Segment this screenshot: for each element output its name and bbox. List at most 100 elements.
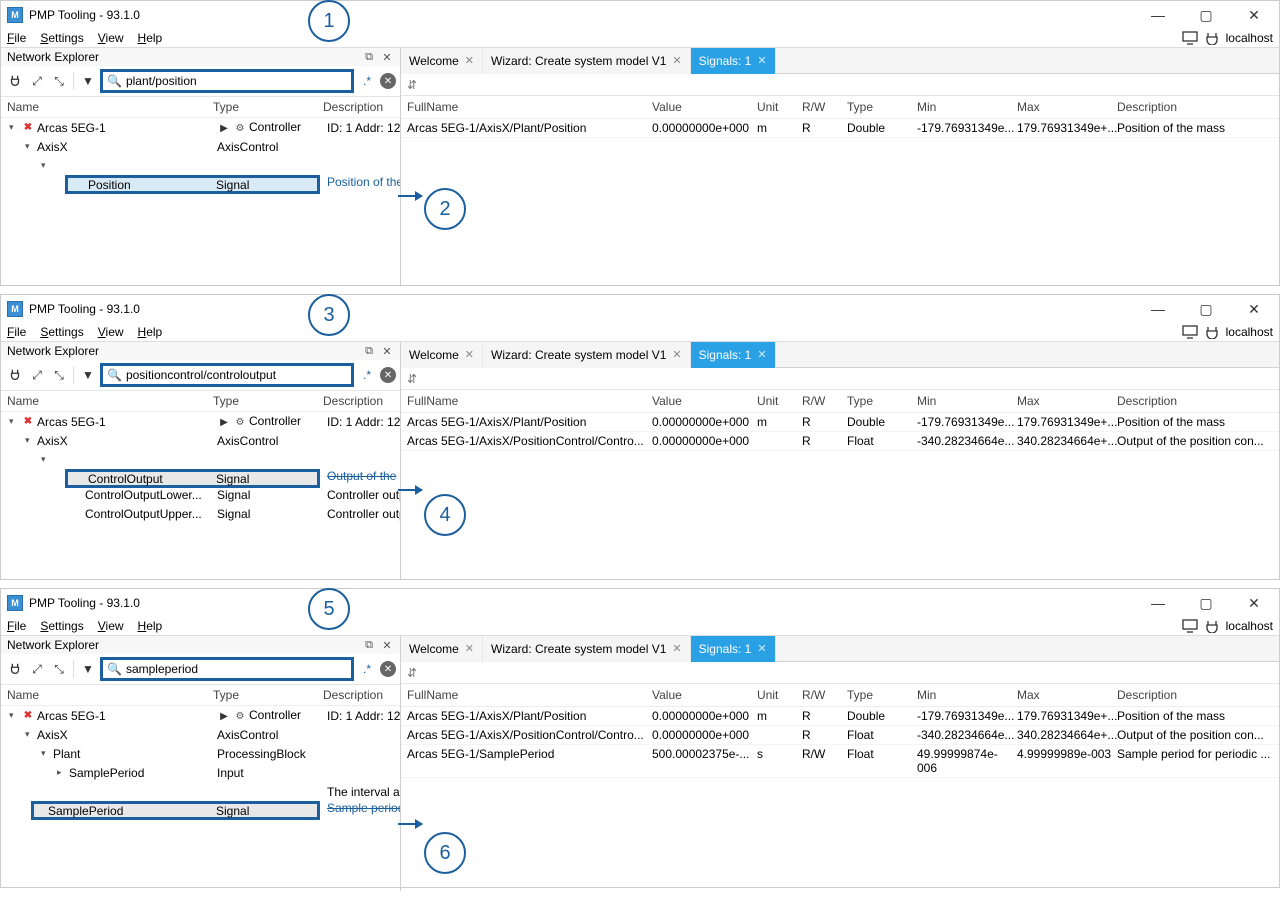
popout-icon[interactable]: ⧉ xyxy=(362,344,376,358)
close-icon[interactable]: ✕ xyxy=(757,348,766,361)
collapse-icon[interactable]: ⤡ xyxy=(49,365,69,385)
tree-node-controller[interactable]: ▾ ✖ Arcas 5EG-1 ▶⚙Controller ID: 1 Addr:… xyxy=(1,118,400,137)
close-pane-icon[interactable]: ✕ xyxy=(380,344,394,358)
signal-row[interactable]: Arcas 5EG-1/AxisX/Plant/Position0.000000… xyxy=(401,707,1279,726)
tab-welcome[interactable]: Welcome✕ xyxy=(401,48,483,74)
sort-icon[interactable]: ⇵ xyxy=(407,666,417,680)
signal-row[interactable]: Arcas 5EG-1/AxisX/Plant/Position0.000000… xyxy=(401,413,1279,432)
maximize-button[interactable]: ▢ xyxy=(1187,592,1225,614)
maximize-button[interactable]: ▢ xyxy=(1187,4,1225,26)
close-icon[interactable]: ✕ xyxy=(757,54,766,67)
clear-search-icon[interactable]: ✕ xyxy=(380,661,396,677)
search-icon: 🔍 xyxy=(107,74,122,88)
tree-node-axis[interactable]: ▾AxisXAxisControl xyxy=(1,725,400,744)
minimize-button[interactable]: — xyxy=(1139,298,1177,320)
app-logo-icon: M xyxy=(7,595,23,611)
tree-node[interactable]: ControlOutputUpper...SignalController ou… xyxy=(1,504,400,523)
signal-row[interactable]: Arcas 5EG-1/SamplePeriod500.00002375e-..… xyxy=(401,745,1279,778)
col-type: Type xyxy=(213,100,323,114)
signal-row[interactable]: Arcas 5EG-1/AxisX/Plant/Position0.000000… xyxy=(401,119,1279,138)
close-pane-icon[interactable]: ✕ xyxy=(380,50,394,64)
menu-help[interactable]: Help xyxy=(138,31,163,45)
tab-wizard[interactable]: Wizard: Create system model V1✕ xyxy=(483,48,691,74)
plug-icon xyxy=(1204,31,1220,45)
col-desc: Description xyxy=(323,100,394,114)
filter-regex-icon[interactable]: .* xyxy=(357,71,377,91)
search-input[interactable] xyxy=(126,74,347,88)
menu-settings[interactable]: Settings xyxy=(40,619,83,633)
menu-file[interactable]: File xyxy=(7,31,26,45)
close-button[interactable]: ✕ xyxy=(1235,4,1273,26)
filter-regex-icon[interactable]: .* xyxy=(357,659,377,679)
minimize-button[interactable]: — xyxy=(1139,4,1177,26)
signal-row[interactable]: Arcas 5EG-1/AxisX/PositionControl/Contro… xyxy=(401,726,1279,745)
close-icon[interactable]: ✕ xyxy=(672,348,681,361)
collapse-icon[interactable]: ⤡ xyxy=(49,659,69,679)
close-icon[interactable]: ✕ xyxy=(672,642,681,655)
app-logo-icon: M xyxy=(7,301,23,317)
tab-welcome[interactable]: Welcome✕ xyxy=(401,636,483,662)
menu-view[interactable]: View xyxy=(98,619,124,633)
filter-icon[interactable]: ▼ xyxy=(78,365,98,385)
plug-icon[interactable] xyxy=(5,659,25,679)
expand-icon[interactable]: ⤢ xyxy=(27,365,47,385)
tab-signals[interactable]: Signals: 1✕ xyxy=(691,342,776,368)
filter-regex-icon[interactable]: .* xyxy=(357,365,377,385)
sort-icon[interactable]: ⇵ xyxy=(407,78,417,92)
status-error-icon: ✖ xyxy=(21,415,35,429)
close-icon[interactable]: ✕ xyxy=(672,54,681,67)
tree-node-axis[interactable]: ▾AxisXAxisControl xyxy=(1,431,400,450)
close-button[interactable]: ✕ xyxy=(1235,592,1273,614)
host-label: localhost xyxy=(1226,31,1273,45)
tree-node-controller[interactable]: ▾✖Arcas 5EG-1▶⚙ControllerID: 1 Addr: 127 xyxy=(1,706,400,725)
menu-help[interactable]: Help xyxy=(138,325,163,339)
tree-node-axis[interactable]: ▾ AxisX AxisControl xyxy=(1,137,400,156)
signal-row[interactable]: Arcas 5EG-1/AxisX/PositionControl/Contro… xyxy=(401,432,1279,451)
menu-settings[interactable]: Settings xyxy=(40,31,83,45)
play-icon: ▶ xyxy=(217,709,231,723)
clear-search-icon[interactable]: ✕ xyxy=(380,367,396,383)
sort-icon[interactable]: ⇵ xyxy=(407,372,417,386)
search-input[interactable] xyxy=(126,368,347,382)
tree-node-plant[interactable]: ▾PlantProcessingBlock xyxy=(1,744,400,763)
expand-icon[interactable]: ⤢ xyxy=(27,71,47,91)
gear-icon: ⚙ xyxy=(233,709,247,723)
search-input[interactable] xyxy=(126,662,347,676)
menu-file[interactable]: File xyxy=(7,325,26,339)
menu-help[interactable]: Help xyxy=(138,619,163,633)
close-pane-icon[interactable]: ✕ xyxy=(380,638,394,652)
filter-icon[interactable]: ▼ xyxy=(78,71,98,91)
menu-view[interactable]: View xyxy=(98,31,124,45)
tree-node[interactable]: ControlOutputLower...SignalController ou… xyxy=(1,485,400,504)
tab-wizard[interactable]: Wizard: Create system model V1✕ xyxy=(483,636,691,662)
close-icon[interactable]: ✕ xyxy=(757,642,766,655)
tree-node-sampleperiod-input[interactable]: ▸SamplePeriodInput xyxy=(1,763,400,782)
close-button[interactable]: ✕ xyxy=(1235,298,1273,320)
tab-wizard[interactable]: Wizard: Create system model V1✕ xyxy=(483,342,691,368)
clear-search-icon[interactable]: ✕ xyxy=(380,73,396,89)
filter-icon[interactable]: ▼ xyxy=(78,659,98,679)
close-icon[interactable]: ✕ xyxy=(465,348,474,361)
close-icon[interactable]: ✕ xyxy=(465,642,474,655)
annotation-arrow xyxy=(398,823,422,825)
popout-icon[interactable]: ⧉ xyxy=(362,50,376,64)
tree-node-controller[interactable]: ▾✖Arcas 5EG-1▶⚙ControllerID: 1 Addr: 127 xyxy=(1,412,400,431)
tab-signals[interactable]: Signals: 1✕ xyxy=(691,636,776,662)
status-error-icon: ✖ xyxy=(21,709,35,723)
collapse-icon[interactable]: ⤡ xyxy=(49,71,69,91)
plug-icon[interactable] xyxy=(5,71,25,91)
close-icon[interactable]: ✕ xyxy=(465,54,474,67)
menu-file[interactable]: File xyxy=(7,619,26,633)
maximize-button[interactable]: ▢ xyxy=(1187,298,1225,320)
menu-settings[interactable]: Settings xyxy=(40,325,83,339)
plug-icon[interactable] xyxy=(5,365,25,385)
tab-welcome[interactable]: Welcome✕ xyxy=(401,342,483,368)
menu-view[interactable]: View xyxy=(98,325,124,339)
expand-icon[interactable]: ⤢ xyxy=(27,659,47,679)
tab-signals[interactable]: Signals: 1✕ xyxy=(691,48,776,74)
app-window-3: MPMP Tooling - 93.1.0—▢✕ FileSettingsVie… xyxy=(0,588,1280,888)
popout-icon[interactable]: ⧉ xyxy=(362,638,376,652)
minimize-button[interactable]: — xyxy=(1139,592,1177,614)
col-name: Name xyxy=(7,100,213,114)
host-label: localhost xyxy=(1226,325,1273,339)
